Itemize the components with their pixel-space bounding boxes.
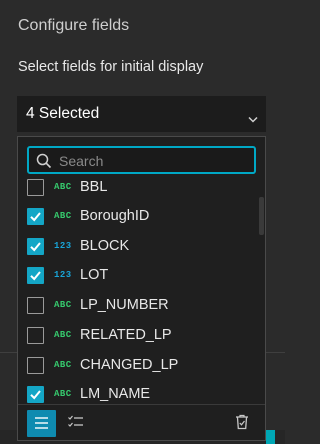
check-icon [30,271,41,281]
panel-heading: Configure fields [18,17,130,34]
fields-select[interactable]: 4 Selected [17,96,266,132]
field-name: LOT [80,267,109,283]
list-item[interactable]: ABC BBL [18,175,258,204]
field-name: BLOCK [80,238,130,254]
field-checkbox[interactable] [27,179,44,196]
field-list: ABC BBL ABC BoroughID 123 BLOCK 123 LOT … [18,175,265,404]
fields-dropdown: Search ABC BBL ABC BoroughID 123 BLOCK 1… [17,136,266,441]
check-icon [30,242,41,252]
select-value: 4 Selected [26,105,100,122]
field-type-badge: 123 [54,241,72,251]
list-item[interactable]: 123 LOT [18,263,258,292]
field-name: RELATED_LP [80,327,172,343]
field-type-badge: ABC [54,300,72,310]
field-name: CHANGED_LP [80,357,179,373]
list-item[interactable]: ABC CHANGED_LP [18,353,258,382]
field-type-badge: ABC [54,330,72,340]
primary-button-edge[interactable] [266,430,275,444]
field-name: BBL [80,179,108,195]
field-checkbox[interactable] [27,327,44,344]
search-placeholder: Search [59,153,104,169]
field-type-badge: ABC [54,389,72,399]
checklist-icon[interactable] [68,415,84,434]
field-type-badge: ABC [54,211,72,221]
list-item[interactable]: 123 BLOCK [18,234,258,263]
field-checkbox[interactable] [27,208,44,225]
field-name: BoroughID [80,208,150,224]
field-checkbox[interactable] [27,267,44,284]
field-checkbox[interactable] [27,297,44,314]
search-input[interactable]: Search [27,146,256,174]
field-checkbox[interactable] [27,386,44,403]
list-icon [35,417,48,429]
field-checkbox[interactable] [27,357,44,374]
search-icon [36,153,52,174]
scrollbar-thumb[interactable] [259,197,264,235]
list-item[interactable]: ABC BoroughID [18,204,258,233]
list-item[interactable]: ABC RELATED_LP [18,323,258,352]
list-item[interactable]: ABC LP_NUMBER [18,293,258,322]
check-icon [30,212,41,222]
list-item[interactable]: ABC LM_NAME [18,382,258,404]
chevron-down-icon [248,110,258,128]
trash-icon[interactable] [235,414,249,435]
field-name: LM_NAME [80,386,151,402]
field-type-badge: ABC [54,182,72,192]
field-type-badge: ABC [54,360,72,370]
field-type-badge: 123 [54,270,72,280]
field-checkbox[interactable] [27,238,44,255]
list-view-button[interactable] [27,410,56,437]
dropdown-footer [18,404,265,440]
panel-subheading: Select fields for initial display [18,59,204,75]
check-icon [30,390,41,400]
field-name: LP_NUMBER [80,297,169,313]
